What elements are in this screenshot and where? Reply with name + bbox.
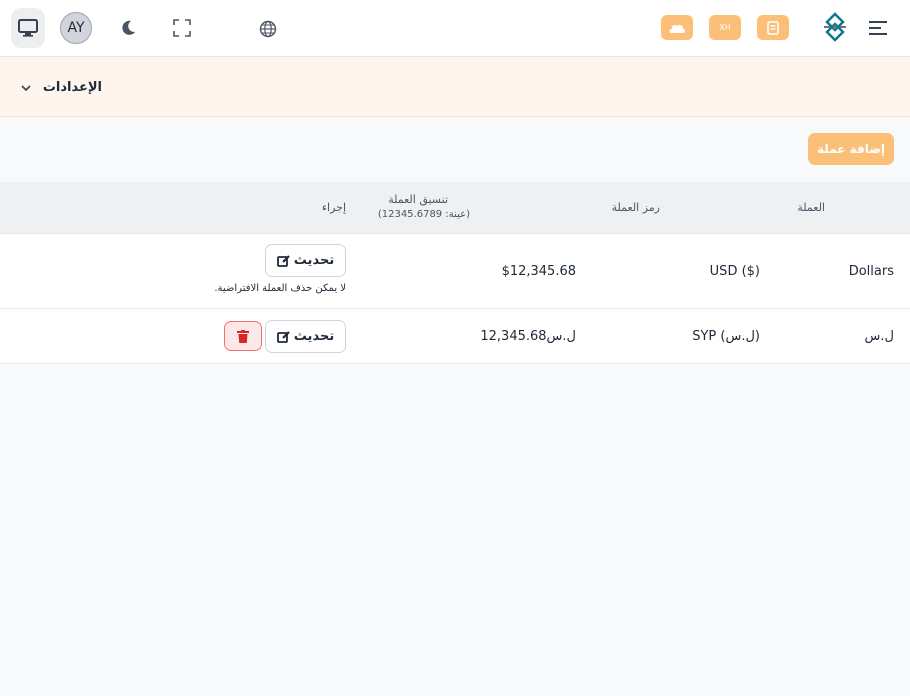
- globe-icon: [259, 20, 277, 38]
- table-row: ل.س SYP (ل.س) ل.س12,345.68 تحديث: [0, 309, 910, 364]
- quick-xh-button[interactable]: XH: [709, 15, 741, 40]
- sidebar-toggle-button[interactable]: [867, 18, 889, 38]
- cell-format: ل.س12,345.68: [480, 329, 576, 344]
- display-mode-button[interactable]: [11, 8, 45, 48]
- logo-icon: [824, 12, 846, 42]
- cell-currency: Dollars: [848, 264, 894, 279]
- trash-icon: [237, 329, 249, 343]
- page-title: الإعدادات: [42, 80, 102, 95]
- header-symbol: رمز العملة: [611, 201, 660, 214]
- receipt-icon: [767, 20, 779, 35]
- app-logo[interactable]: [821, 12, 849, 42]
- edit-icon: [276, 254, 290, 267]
- fullscreen-icon: [173, 19, 191, 37]
- delete-button[interactable]: [224, 321, 262, 351]
- language-button[interactable]: [258, 19, 278, 39]
- quick-cloud-button[interactable]: [661, 15, 693, 40]
- cell-format: $12,345.68: [501, 264, 576, 279]
- top-bar: AY XH: [0, 0, 910, 57]
- update-label: تحديث: [293, 253, 335, 268]
- fullscreen-button[interactable]: [172, 18, 192, 38]
- settings-header[interactable]: [0, 57, 910, 117]
- header-format-sample: (عينة: 12345.6789): [377, 209, 470, 220]
- moon-icon: [122, 20, 135, 35]
- hamburger-menu-icon: [869, 21, 887, 35]
- edit-icon: [276, 330, 290, 343]
- update-button[interactable]: تحديث: [265, 320, 346, 353]
- user-avatar[interactable]: AY: [60, 12, 92, 44]
- cell-symbol: USD ($): [709, 264, 760, 279]
- cloud-icon: [669, 24, 685, 33]
- monitor-icon: [18, 19, 38, 37]
- chevron-down-icon[interactable]: [20, 82, 32, 94]
- default-currency-note: لا يمكن حذف العملة الافتراضية.: [214, 283, 346, 294]
- add-currency-button[interactable]: إضافة عملة: [808, 133, 894, 165]
- header-action: إجراء: [321, 201, 346, 214]
- table-row: Dollars USD ($) $12,345.68 تحديث لا يمكن…: [0, 234, 910, 309]
- header-currency: العملة: [797, 201, 825, 214]
- table-header: [0, 182, 910, 234]
- header-format: تنسيق العملة: [388, 193, 448, 206]
- update-label: تحديث: [293, 329, 335, 344]
- dark-mode-toggle[interactable]: [118, 18, 138, 38]
- avatar-initials: AY: [67, 20, 85, 36]
- cell-currency: ل.س: [864, 329, 894, 344]
- xh-label: XH: [719, 23, 731, 32]
- cell-symbol: SYP (ل.س): [692, 329, 760, 344]
- update-button[interactable]: تحديث: [265, 244, 346, 277]
- quick-pos-button[interactable]: [757, 15, 789, 40]
